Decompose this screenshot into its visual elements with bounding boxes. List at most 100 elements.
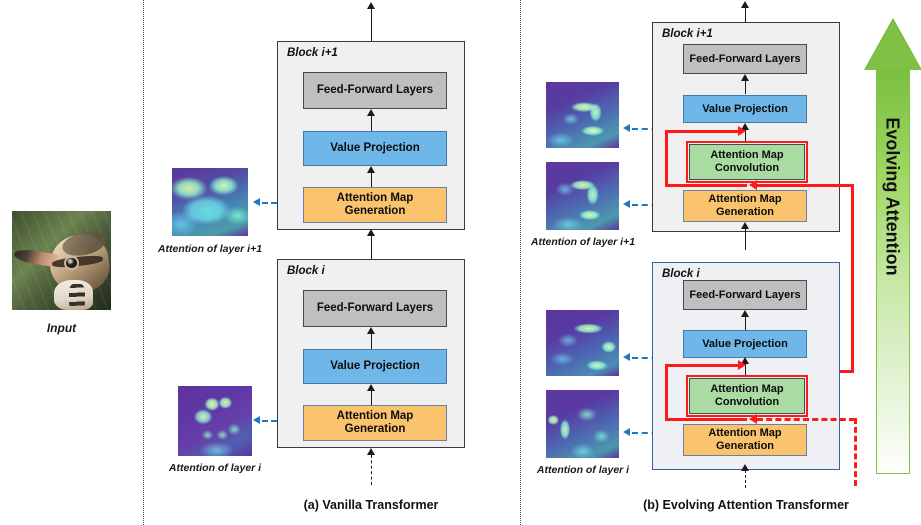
attention-map-layer-i-plus-1-a [172, 168, 248, 236]
panel-a-arrowhead-vp-to-ffl-lower [367, 327, 375, 334]
blue-arrowhead-a-lower [253, 416, 260, 424]
panel-a-output-arrowhead [367, 2, 375, 9]
module-label: Value Projection [702, 102, 788, 115]
module-label: Feed-Forward Layers [689, 288, 801, 301]
panel-b-arrowhead-vp-to-ffl-upper [741, 74, 749, 81]
module-label: Feed-Forward Layers [316, 83, 434, 96]
panel-b-input-arrowhead [741, 464, 749, 471]
module-label-line2: Generation [715, 440, 775, 452]
panel-a-arrowhead-vp-to-ffl-upper [367, 109, 375, 116]
red-dashed-arrowhead [749, 414, 757, 424]
panel-a-arrowhead-amg-to-vp-upper [367, 166, 375, 173]
attention-map-b-i-bottom [546, 390, 619, 458]
module-label-line2: Convolution [714, 396, 780, 408]
panel-b-block-i-label: Block i [662, 268, 700, 280]
attention-map-b-i-plus-1-top [546, 82, 619, 148]
red-crossblock-top-h [757, 184, 854, 187]
attention-map-layer-i-a [178, 386, 252, 456]
panel-a-attention-map-generation-i[interactable]: Attention Map Generation [303, 405, 447, 441]
panel-a-output-line [371, 8, 372, 42]
panel-b-attention-map-convolution-i-plus-1[interactable]: Attention Map Convolution [689, 144, 805, 180]
module-label-line1: Attention Map [336, 191, 414, 204]
module-label-line2: Generation [715, 206, 775, 218]
input-caption: Input [46, 321, 77, 335]
module-label: Value Projection [702, 337, 788, 350]
blue-arrowhead-b-conv-upper [623, 124, 630, 132]
panel-b-arrow-vp-to-ffl-upper [745, 80, 746, 94]
module-label-line1: Attention Map [710, 383, 784, 396]
attention-map-b-i-plus-1-bottom [546, 162, 619, 230]
panel-b-caption: (b) Evolving Attention Transformer [643, 498, 849, 512]
red-skip-arrowhead-upper [738, 126, 746, 136]
panel-b-value-projection-i[interactable]: Value Projection [683, 330, 807, 358]
attention-map-caption-i-plus-1-a: Attention of layer i+1 [157, 243, 263, 255]
panel-b-interblock-arrowhead [741, 222, 749, 229]
panel-a-value-projection-i-plus-1[interactable]: Value Projection [303, 131, 447, 166]
red-crossblock-riser [851, 184, 854, 372]
divider-middle [520, 0, 521, 525]
evolving-attention-arrowhead-fill [865, 20, 921, 70]
panel-b-output-arrowhead [741, 1, 749, 8]
module-label: Value Projection [330, 141, 420, 154]
attention-map-caption-b-i-plus-1: Attention of layer i+1 [530, 236, 636, 248]
panel-b-block-i-plus-1-label: Block i+1 [662, 28, 713, 40]
panel-a-interblock-arrowhead [367, 229, 375, 236]
blue-arrowhead-b-gen-lower [623, 428, 630, 436]
module-label: Feed-Forward Layers [689, 52, 801, 65]
module-label: Feed-Forward Layers [316, 301, 434, 314]
red-skip-top-lower [665, 364, 740, 367]
panel-b-attention-map-generation-i-plus-1[interactable]: Attention Map Generation [683, 190, 807, 222]
module-label-line1: Attention Map [710, 149, 784, 162]
input-image [12, 211, 111, 310]
panel-b-attention-map-generation-i[interactable]: Attention Map Generation [683, 424, 807, 456]
red-skip-top-upper [665, 130, 740, 133]
panel-a-input-line [371, 455, 372, 485]
panel-a-block-i-label: Block i [287, 265, 325, 277]
attention-map-caption-i-a: Attention of layer i [168, 462, 262, 474]
red-skip-arrowhead-lower [738, 360, 746, 370]
figure-root: Input Attention of layer i+1 Attention o… [0, 0, 921, 525]
panel-b-feed-forward-layers-i-plus-1[interactable]: Feed-Forward Layers [683, 44, 807, 74]
panel-a-interblock-line [371, 236, 372, 260]
panel-a-value-projection-i[interactable]: Value Projection [303, 349, 447, 384]
panel-b-attention-map-convolution-i[interactable]: Attention Map Convolution [689, 378, 805, 414]
panel-b-feed-forward-layers-i[interactable]: Feed-Forward Layers [683, 280, 807, 310]
panel-a-input-arrowhead [367, 448, 375, 455]
module-label-line2: Generation [344, 205, 406, 217]
red-dashed-feedback-h [757, 418, 855, 421]
module-label: Value Projection [330, 359, 420, 372]
panel-b-interblock-line [745, 228, 746, 250]
panel-a-arrowhead-amg-to-vp-lower [367, 384, 375, 391]
red-dashed-feedback-v [854, 418, 857, 486]
red-crossblock-arrowhead-upper [749, 180, 757, 190]
red-skip-riser-upper [665, 130, 668, 186]
module-label-line2: Generation [344, 423, 406, 435]
attention-map-b-i-top [546, 310, 619, 376]
module-label-line2: Convolution [714, 162, 780, 174]
panel-b-arrowhead-vp-to-ffl-lower [741, 310, 749, 317]
bird-spots-shape [69, 284, 86, 310]
panel-b-arrow-vp-to-ffl-lower [745, 316, 746, 330]
blue-arrowhead-b-conv-lower [623, 353, 630, 361]
panel-a-feed-forward-layers-i-plus-1[interactable]: Feed-Forward Layers [303, 72, 447, 109]
blue-arrowhead-a-upper [253, 198, 260, 206]
panel-a-caption: (a) Vanilla Transformer [303, 498, 439, 512]
panel-a-arrow-amg-to-vp-upper [371, 172, 372, 188]
panel-a-attention-map-generation-i-plus-1[interactable]: Attention Map Generation [303, 187, 447, 223]
panel-a-feed-forward-layers-i[interactable]: Feed-Forward Layers [303, 290, 447, 327]
attention-map-caption-b-i: Attention of layer i [536, 464, 630, 476]
red-skip-bottom-lower [665, 418, 747, 421]
module-label-line1: Attention Map [708, 193, 782, 206]
module-label-line1: Attention Map [708, 427, 782, 440]
panel-a-block-i-plus-1-label: Block i+1 [287, 47, 338, 59]
divider-left [143, 0, 144, 525]
evolving-attention-arrow: Evolving Attention [864, 8, 921, 488]
red-skip-riser-lower [665, 364, 668, 420]
blue-arrowhead-b-gen-upper [623, 200, 630, 208]
red-skip-bottom-upper [665, 184, 747, 187]
panel-b-input-line [745, 470, 746, 488]
panel-b-value-projection-i-plus-1[interactable]: Value Projection [683, 95, 807, 123]
panel-a-arrow-amg-to-vp-lower [371, 390, 372, 406]
evolving-attention-label: Evolving Attention [882, 117, 903, 276]
module-label-line1: Attention Map [336, 409, 414, 422]
